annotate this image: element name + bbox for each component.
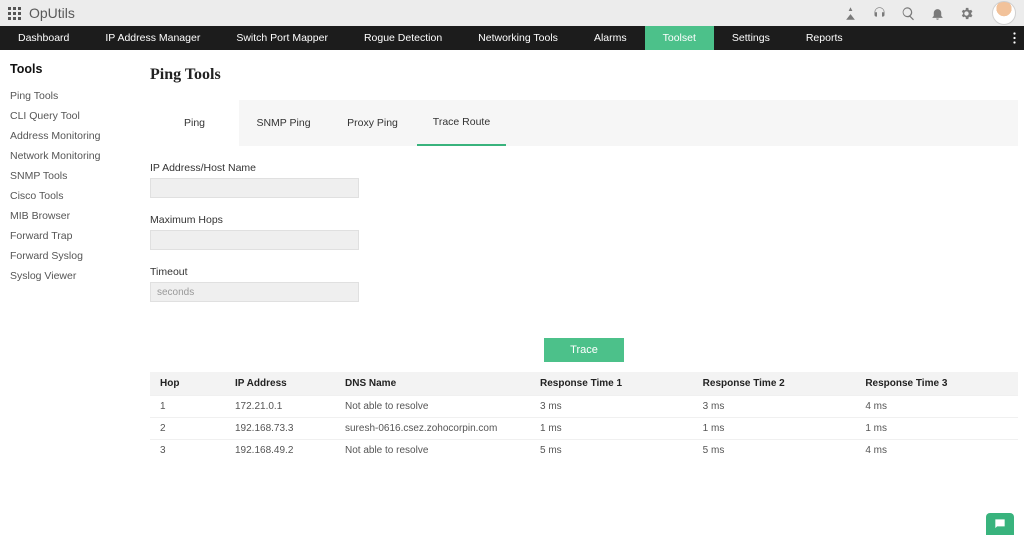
timeout-label: Timeout <box>150 266 1014 278</box>
table-cell: 3 <box>150 440 225 462</box>
main: Ping Tools PingSNMP PingProxy PingTrace … <box>120 50 1024 541</box>
sidebar-item-forward-syslog[interactable]: Forward Syslog <box>10 246 120 266</box>
support-icon[interactable] <box>872 6 887 21</box>
tabs: PingSNMP PingProxy PingTrace Route <box>150 100 1018 146</box>
tab-trace-route[interactable]: Trace Route <box>417 100 506 146</box>
more-menu-icon[interactable] <box>1004 26 1024 50</box>
table-cell: 4 ms <box>855 396 1018 418</box>
sidebar-item-network-monitoring[interactable]: Network Monitoring <box>10 146 120 166</box>
tab-snmp-ping[interactable]: SNMP Ping <box>239 100 328 146</box>
table-cell: 1 <box>150 396 225 418</box>
settings-icon[interactable] <box>959 6 974 21</box>
table-cell: 4 ms <box>855 440 1018 462</box>
sidebar-item-cli-query-tool[interactable]: CLI Query Tool <box>10 106 120 126</box>
nav-item-alarms[interactable]: Alarms <box>576 26 645 50</box>
apps-grid-icon[interactable] <box>8 7 21 20</box>
col-ip-address: IP Address <box>225 372 335 396</box>
chat-widget-icon[interactable] <box>986 513 1014 535</box>
table-cell: 5 ms <box>693 440 856 462</box>
sidebar-item-cisco-tools[interactable]: Cisco Tools <box>10 186 120 206</box>
table-cell: 172.21.0.1 <box>225 396 335 418</box>
table-cell: 192.168.73.3 <box>225 418 335 440</box>
page-title: Ping Tools <box>150 66 1014 84</box>
notifications-icon[interactable] <box>930 6 945 21</box>
table-row: 2192.168.73.3suresh-0616.csez.zohocorpin… <box>150 418 1018 440</box>
main-nav: DashboardIP Address ManagerSwitch Port M… <box>0 26 1024 50</box>
topbar-left: OpUtils <box>8 5 75 21</box>
col-response-time-3: Response Time 3 <box>855 372 1018 396</box>
sidebar-item-syslog-viewer[interactable]: Syslog Viewer <box>10 266 120 286</box>
table-head-row: HopIP AddressDNS NameResponse Time 1Resp… <box>150 372 1018 396</box>
sidebar-item-snmp-tools[interactable]: SNMP Tools <box>10 166 120 186</box>
sidebar-item-address-monitoring[interactable]: Address Monitoring <box>10 126 120 146</box>
nav-item-switch-port-mapper[interactable]: Switch Port Mapper <box>218 26 346 50</box>
trace-button[interactable]: Trace <box>544 338 624 362</box>
table-cell: 3 ms <box>530 396 693 418</box>
table-cell: 3 ms <box>693 396 856 418</box>
table-cell: 1 ms <box>693 418 856 440</box>
brand-name: OpUtils <box>29 5 75 21</box>
assist-icon[interactable] <box>843 6 858 21</box>
col-dns-name: DNS Name <box>335 372 530 396</box>
ip-label: IP Address/Host Name <box>150 162 1014 174</box>
trace-row: Trace <box>150 338 1018 362</box>
tab-proxy-ping[interactable]: Proxy Ping <box>328 100 417 146</box>
field-timeout: Timeout <box>150 266 1014 302</box>
ip-input[interactable] <box>150 178 359 198</box>
table-row: 1172.21.0.1Not able to resolve3 ms3 ms4 … <box>150 396 1018 418</box>
table-cell: 192.168.49.2 <box>225 440 335 462</box>
nav-item-rogue-detection[interactable]: Rogue Detection <box>346 26 460 50</box>
table-cell: Not able to resolve <box>335 440 530 462</box>
timeout-input[interactable] <box>150 282 359 302</box>
sidebar-item-ping-tools[interactable]: Ping Tools <box>10 86 120 106</box>
table-cell: Not able to resolve <box>335 396 530 418</box>
results-table: HopIP AddressDNS NameResponse Time 1Resp… <box>150 372 1018 461</box>
topbar: OpUtils <box>0 0 1024 26</box>
nav-item-toolset[interactable]: Toolset <box>645 26 714 50</box>
field-ip: IP Address/Host Name <box>150 162 1014 198</box>
table-body: 1172.21.0.1Not able to resolve3 ms3 ms4 … <box>150 396 1018 462</box>
search-icon[interactable] <box>901 6 916 21</box>
col-hop: Hop <box>150 372 225 396</box>
table-row: 3192.168.49.2Not able to resolve5 ms5 ms… <box>150 440 1018 462</box>
table-cell: 2 <box>150 418 225 440</box>
nav-item-ip-address-manager[interactable]: IP Address Manager <box>87 26 218 50</box>
sidebar-list: Ping ToolsCLI Query ToolAddress Monitori… <box>10 86 120 286</box>
col-response-time-1: Response Time 1 <box>530 372 693 396</box>
sidebar-title: Tools <box>10 62 120 76</box>
hops-label: Maximum Hops <box>150 214 1014 226</box>
table-cell: suresh-0616.csez.zohocorpin.com <box>335 418 530 440</box>
col-response-time-2: Response Time 2 <box>693 372 856 396</box>
table-cell: 5 ms <box>530 440 693 462</box>
nav-item-settings[interactable]: Settings <box>714 26 788 50</box>
sidebar: Tools Ping ToolsCLI Query ToolAddress Mo… <box>0 50 120 541</box>
table-cell: 1 ms <box>530 418 693 440</box>
avatar[interactable] <box>992 1 1016 25</box>
sidebar-item-mib-browser[interactable]: MIB Browser <box>10 206 120 226</box>
field-hops: Maximum Hops <box>150 214 1014 250</box>
body: Tools Ping ToolsCLI Query ToolAddress Mo… <box>0 50 1024 541</box>
nav-item-dashboard[interactable]: Dashboard <box>0 26 87 50</box>
nav-item-reports[interactable]: Reports <box>788 26 861 50</box>
hops-input[interactable] <box>150 230 359 250</box>
tab-ping[interactable]: Ping <box>150 100 239 146</box>
topbar-right <box>843 1 1016 25</box>
sidebar-item-forward-trap[interactable]: Forward Trap <box>10 226 120 246</box>
table-cell: 1 ms <box>855 418 1018 440</box>
nav-item-networking-tools[interactable]: Networking Tools <box>460 26 576 50</box>
